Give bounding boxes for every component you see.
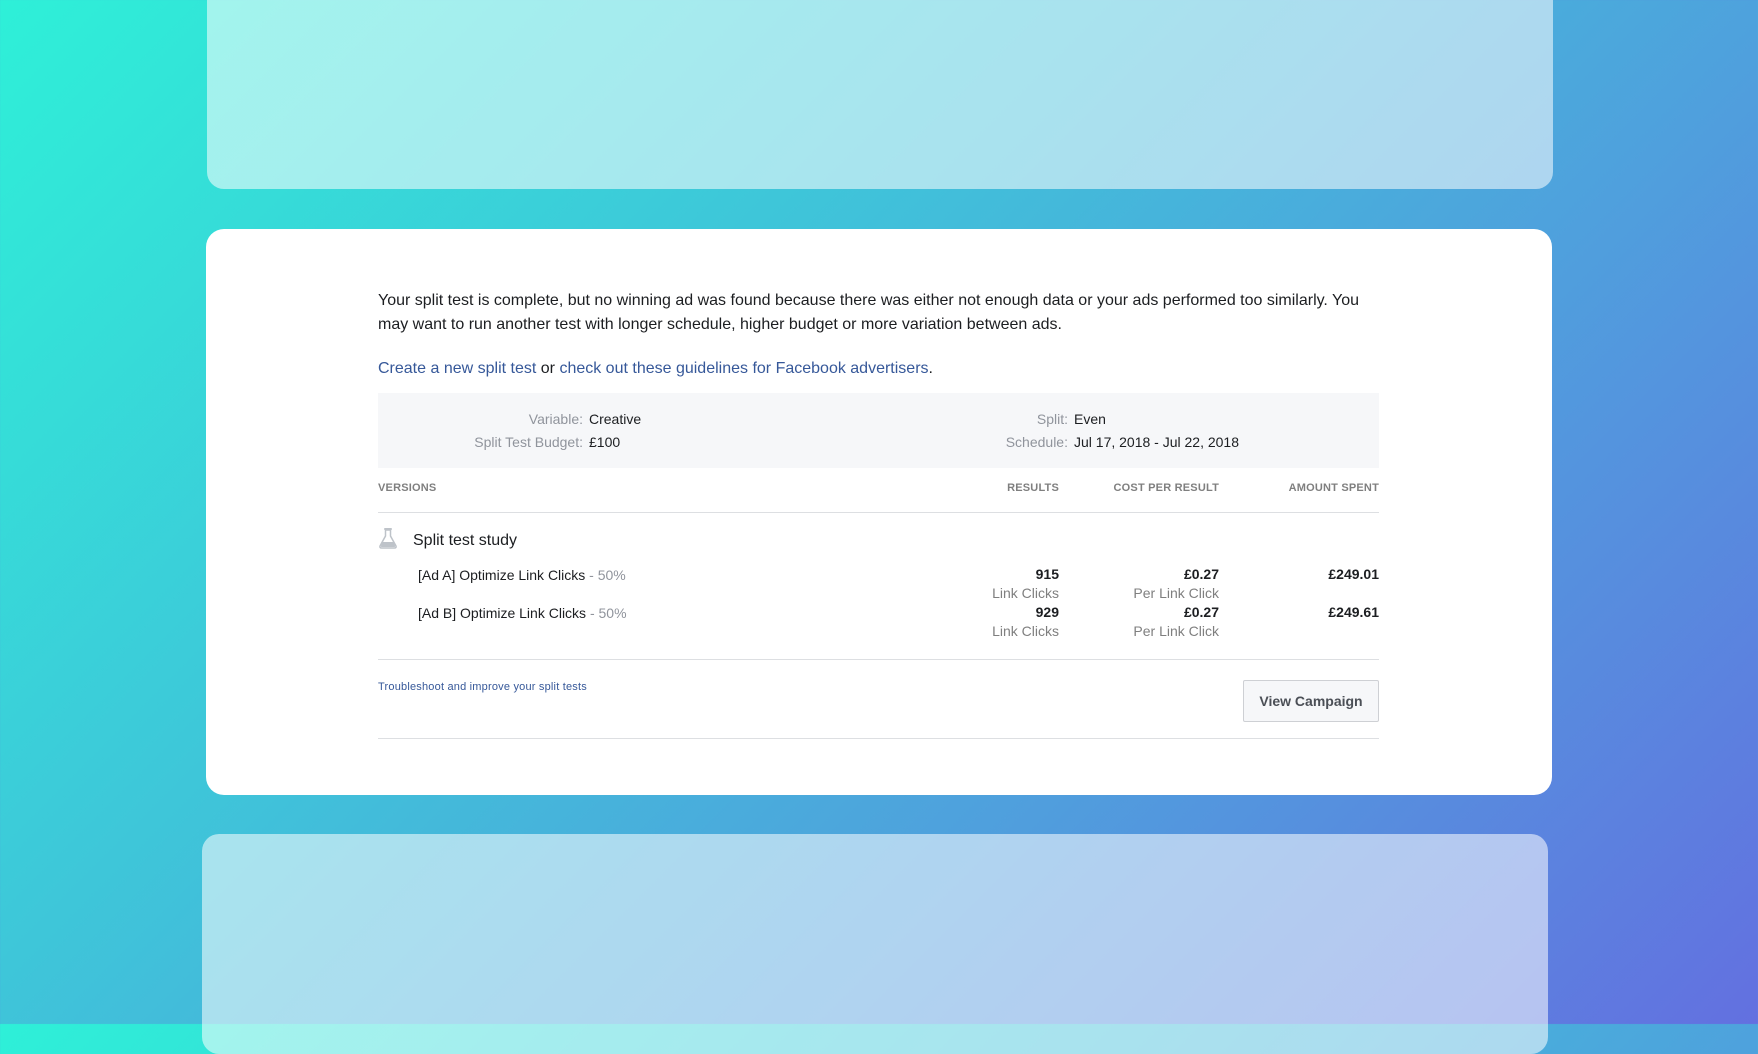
split-test-result-card: Your split test is complete, but no winn…: [206, 229, 1552, 795]
amount-spent-cell: £249.61: [1328, 603, 1379, 622]
cost-unit: Per Link Click: [1133, 623, 1219, 639]
results-cell: 915 Link Clicks: [992, 565, 1059, 603]
results-table-header: VERSIONS RESULTS COST PER RESULT AMOUNT …: [378, 468, 1379, 513]
variable-value: Creative: [589, 411, 642, 427]
ad-split-percent: - 50%: [585, 567, 626, 583]
period-text: .: [928, 360, 933, 377]
cost-per-result-cell: £0.27 Per Link Click: [1133, 603, 1219, 641]
variable-label: Variable:: [528, 411, 583, 427]
results-unit: Link Clicks: [992, 623, 1059, 639]
results-unit: Link Clicks: [992, 585, 1059, 601]
ad-name: [Ad A] Optimize Link Clicks - 50%: [418, 567, 626, 583]
budget-label: Split Test Budget:: [474, 434, 583, 450]
result-message: Your split test is complete, but no winn…: [378, 292, 1360, 333]
or-text: or: [540, 360, 555, 377]
results-cell: 929 Link Clicks: [992, 603, 1059, 641]
split-value: Even: [1074, 411, 1106, 427]
split-label: Split:: [1036, 411, 1068, 427]
results-value: 929: [1035, 604, 1059, 620]
ad-split-percent: - 50%: [586, 605, 627, 621]
troubleshoot-link[interactable]: Troubleshoot and improve your split test…: [378, 681, 587, 693]
results-value: 915: [1035, 566, 1059, 582]
test-summary-panel: Variable: Creative Split Test Budget: £1…: [378, 393, 1379, 468]
results-column-header: RESULTS: [1007, 482, 1059, 494]
background-card-bottom: [202, 834, 1548, 1054]
results-table-body: Split test study [Ad A] Optimize Link Cl…: [378, 513, 1379, 660]
cost-value: £0.27: [1183, 566, 1219, 582]
flask-icon: [378, 527, 398, 554]
table-row: [Ad A] Optimize Link Clicks - 50% 915 Li…: [378, 565, 1379, 603]
create-split-test-link[interactable]: Create a new split test: [378, 360, 536, 377]
budget-value: £100: [589, 434, 621, 450]
card-footer: Troubleshoot and improve your split test…: [378, 660, 1379, 739]
guidelines-link[interactable]: check out these guidelines for Facebook …: [559, 360, 928, 377]
amount-value: £249.01: [1328, 566, 1379, 582]
cost-per-result-column-header: COST PER RESULT: [1113, 482, 1219, 494]
amount-spent-column-header: AMOUNT SPENT: [1288, 482, 1379, 494]
amount-value: £249.61: [1328, 604, 1379, 620]
ad-title: [Ad A] Optimize Link Clicks: [418, 567, 586, 583]
ad-title: [Ad B] Optimize Link Clicks: [418, 605, 587, 621]
table-row: [Ad B] Optimize Link Clicks - 50% 929 Li…: [378, 603, 1379, 641]
schedule-value: Jul 17, 2018 - Jul 22, 2018: [1074, 434, 1240, 450]
ad-name: [Ad B] Optimize Link Clicks - 50%: [418, 605, 627, 621]
schedule-label: Schedule:: [1005, 434, 1068, 450]
view-campaign-button[interactable]: View Campaign: [1243, 680, 1379, 722]
cost-per-result-cell: £0.27 Per Link Click: [1133, 565, 1219, 603]
cost-value: £0.27: [1183, 604, 1219, 620]
background-card-top: [207, 0, 1553, 189]
card-content: Your split test is complete, but no winn…: [378, 289, 1379, 739]
amount-spent-cell: £249.01: [1328, 565, 1379, 584]
study-name: Split test study: [413, 532, 518, 549]
next-steps-line: Create a new split test or check out the…: [378, 357, 1379, 381]
versions-column-header: VERSIONS: [378, 482, 437, 494]
cost-unit: Per Link Click: [1133, 585, 1219, 601]
